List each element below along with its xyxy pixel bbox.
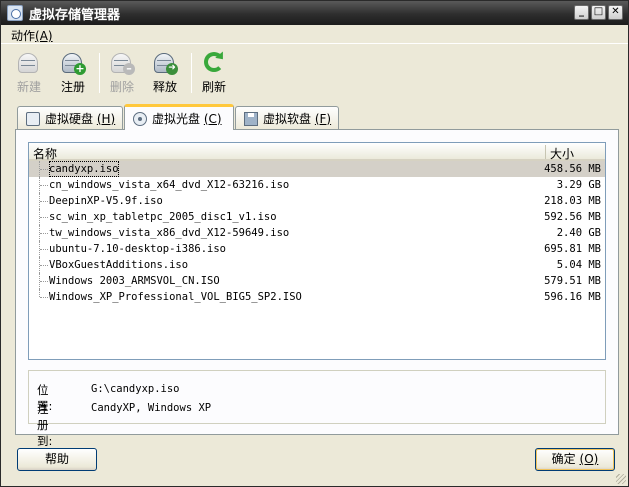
tab-floppy-images-label: 虚拟软盘 (263, 112, 312, 126)
release-button[interactable]: ➜ 释放 (143, 51, 187, 95)
tree-line (39, 161, 48, 177)
item-size: 5.04 MB (556, 259, 601, 271)
tab-cd-dvd-images[interactable]: 虚拟光盘 (C) (124, 104, 234, 130)
item-name: VBoxGuestAdditions.iso (49, 259, 189, 271)
refresh-button-label: 刷新 (201, 80, 226, 94)
release-disk-icon: ➜ (152, 51, 178, 75)
list-item[interactable]: Windows_XP_Professional_VOL_BIG5_SP2.ISO… (29, 289, 605, 305)
tree-line (39, 225, 48, 241)
item-size: 695.81 MB (544, 243, 601, 255)
tree-line (39, 241, 48, 257)
item-size: 3.29 GB (556, 179, 601, 191)
tree-line (39, 193, 48, 209)
list-item[interactable]: Windows 2003_ARMSVOL_CN.ISO 579.51 MB (29, 273, 605, 289)
item-size: 218.03 MB (544, 195, 601, 207)
list-item[interactable]: candyxp.iso 458.56 MB (29, 161, 605, 177)
new-button[interactable]: 新建 (7, 51, 51, 95)
help-button-label: 帮助 (44, 452, 69, 466)
list-rows: candyxp.iso 458.56 MB cn_windows_vista_x64… (29, 161, 605, 305)
item-name: ubuntu-7.10-desktop-i386.iso (49, 243, 227, 255)
item-name: cn_windows_vista_x64_dvd_X12-63216.iso (49, 179, 290, 191)
refresh-icon (201, 51, 227, 75)
item-name: Windows_XP_Professional_VOL_BIG5_SP2.ISO (49, 291, 302, 303)
media-list[interactable]: 名称 大小 candyxp.iso 458.56 MB cn_windows_vis… (28, 142, 606, 360)
list-item[interactable]: VBoxGuestAdditions.iso 5.04 MB (29, 257, 605, 273)
help-button[interactable]: 帮助 (17, 448, 97, 471)
ok-button-label: 确定 (551, 452, 576, 466)
registered-label: 注册到: (37, 402, 53, 448)
ok-button-mnemonic: (O) (579, 452, 599, 466)
window-title: 虚拟存储管理器 (29, 7, 121, 23)
tree-line (39, 209, 48, 225)
virtual-media-manager-window: 虚拟存储管理器 _ □ ✕ 动作(A) 新建 + 注册 – 删除 ➜ 释放 刷新… (0, 0, 629, 487)
list-item[interactable]: ubuntu-7.10-desktop-i386.iso 695.81 MB (29, 241, 605, 257)
location-value: G:\candyxp.iso (91, 383, 180, 395)
tab-cd-dvd-images-label: 虚拟光盘 (152, 112, 201, 126)
tab-cd-dvd-images-mnemonic: (C) (203, 111, 222, 126)
close-button[interactable]: ✕ (608, 5, 623, 20)
remove-disk-icon: – (109, 51, 135, 75)
list-item[interactable]: tw_windows_vista_x86_dvd_X12-59649.iso 2.… (29, 225, 605, 241)
new-disk-icon (16, 51, 42, 75)
item-size: 596.16 MB (544, 291, 601, 303)
tab-panel: 名称 大小 candyxp.iso 458.56 MB cn_windows_vis… (15, 129, 619, 448)
tree-line (39, 177, 48, 193)
floppy-icon (244, 111, 258, 126)
tree-line (39, 289, 48, 298)
registered-value: CandyXP, Windows XP (91, 402, 212, 414)
item-name: Windows 2003_ARMSVOL_CN.ISO (49, 275, 220, 287)
item-size: 579.51 MB (544, 275, 601, 287)
register-button-label: 注册 (60, 80, 85, 94)
hard-disk-icon (26, 111, 40, 126)
item-size: 2.40 GB (556, 227, 601, 239)
tab-hard-disks-mnemonic: (H) (96, 111, 116, 126)
item-name: candyxp.iso (49, 161, 119, 177)
maximize-button[interactable]: □ (591, 5, 606, 20)
item-size: 592.56 MB (544, 211, 601, 223)
item-name: sc_win_xp_tabletpc_2005_disc1_v1.iso (49, 211, 277, 223)
list-item[interactable]: sc_win_xp_tabletpc_2005_disc1_v1.iso 592.… (29, 209, 605, 225)
column-header-name[interactable]: 名称 (33, 145, 57, 162)
resize-grip[interactable] (616, 474, 626, 484)
menu-action-label: 动作 (11, 29, 36, 43)
window-controls: _ □ ✕ (574, 5, 623, 20)
tree-line (39, 273, 48, 289)
item-size: 458.56 MB (544, 163, 601, 175)
menu-action[interactable]: 动作(A) (11, 27, 53, 44)
tab-hard-disks[interactable]: 虚拟硬盘 (H) (17, 106, 123, 130)
menu-action-mnemonic: (A) (35, 29, 53, 43)
tab-hard-disks-label: 虚拟硬盘 (45, 112, 94, 126)
remove-button[interactable]: – 删除 (100, 51, 144, 95)
list-item[interactable]: DeepinXP-V5.9f.iso 218.03 MB (29, 193, 605, 209)
app-icon (7, 5, 23, 21)
toolbar: 新建 + 注册 – 删除 ➜ 释放 刷新 (1, 49, 628, 97)
details-box: 位置: G:\candyxp.iso 注册到: CandyXP, Windows… (28, 370, 606, 448)
minimize-button[interactable]: _ (574, 5, 589, 20)
refresh-button[interactable]: 刷新 (192, 51, 236, 95)
release-button-label: 释放 (152, 80, 177, 94)
list-header: 名称 大小 (29, 143, 605, 161)
new-button-label: 新建 (16, 80, 41, 94)
menu-bar: 动作(A) (1, 25, 628, 44)
list-item[interactable]: cn_windows_vista_x64_dvd_X12-63216.iso 3.… (29, 177, 605, 193)
ok-button[interactable]: 确定 (O) (535, 448, 615, 471)
tab-floppy-images[interactable]: 虚拟软盘 (F) (235, 106, 339, 130)
register-button[interactable]: + 注册 (51, 51, 95, 95)
column-header-size[interactable]: 大小 (550, 145, 574, 162)
tab-floppy-images-mnemonic: (F) (314, 111, 332, 126)
register-disk-icon: + (60, 51, 86, 75)
title-bar[interactable]: 虚拟存储管理器 _ □ ✕ (1, 1, 628, 25)
item-name: DeepinXP-V5.9f.iso (49, 195, 163, 207)
item-name: tw_windows_vista_x86_dvd_X12-59649.iso (49, 227, 290, 239)
tree-line (39, 257, 48, 273)
column-divider[interactable] (545, 145, 546, 159)
remove-button-label: 删除 (109, 80, 134, 94)
cd-icon (133, 111, 147, 126)
